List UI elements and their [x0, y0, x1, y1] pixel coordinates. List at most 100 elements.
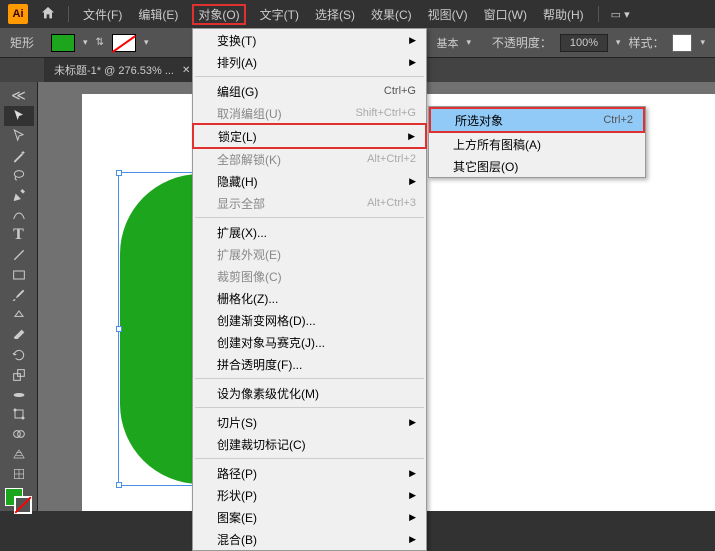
- menu-item-label: 创建渐变网格(D)...: [217, 312, 416, 329]
- menu-type[interactable]: 文字(T): [258, 4, 301, 25]
- rectangle-tool[interactable]: [4, 265, 34, 285]
- style-swatch[interactable]: [672, 34, 692, 52]
- menu-item-label: 创建对象马赛克(J)...: [217, 334, 416, 351]
- stroke-color-swatch[interactable]: [112, 34, 136, 52]
- lasso-tool[interactable]: [4, 166, 34, 186]
- menu-item[interactable]: 图案(E)▶: [193, 506, 426, 528]
- menu-item[interactable]: 路径(P)▶: [193, 462, 426, 484]
- menu-edit[interactable]: 编辑(E): [136, 4, 180, 25]
- fill-color-swatch[interactable]: [51, 34, 75, 52]
- menu-window[interactable]: 窗口(W): [482, 4, 529, 25]
- menu-item-label: 变换(T): [217, 32, 403, 49]
- menu-view[interactable]: 视图(V): [426, 4, 470, 25]
- submenu-item[interactable]: 其它图层(O): [429, 155, 645, 177]
- menu-item[interactable]: 排列(A)▶: [193, 51, 426, 73]
- menu-item: 裁剪图像(C): [193, 265, 426, 287]
- menu-item-label: 拼合透明度(F)...: [217, 356, 416, 373]
- home-icon[interactable]: [40, 5, 56, 24]
- menu-item[interactable]: 隐藏(H)▶: [193, 170, 426, 192]
- submenu-shortcut: Ctrl+2: [603, 114, 633, 126]
- menu-item[interactable]: 锁定(L)▶: [194, 125, 425, 147]
- menu-item[interactable]: 混合(B)▶: [193, 528, 426, 550]
- workspace-switcher-icon[interactable]: ▭ ▾: [611, 8, 630, 21]
- submenu-item-label: 其它图层(O): [453, 158, 635, 175]
- stroke-color-indicator[interactable]: [14, 496, 32, 514]
- menu-item[interactable]: 创建裁切标记(C): [193, 433, 426, 455]
- menu-separator: [195, 76, 424, 77]
- direct-selection-tool[interactable]: [4, 126, 34, 146]
- line-tool[interactable]: [4, 245, 34, 265]
- free-transform-tool[interactable]: [4, 405, 34, 425]
- menu-shortcut: Shift+Ctrl+G: [355, 107, 416, 119]
- perspective-grid-tool[interactable]: [4, 444, 34, 464]
- menu-item-label: 路径(P): [217, 465, 403, 482]
- menu-item[interactable]: 设为像素级优化(M): [193, 382, 426, 404]
- type-tool[interactable]: T: [4, 225, 34, 245]
- color-picker-tool[interactable]: [0, 486, 37, 511]
- menu-item[interactable]: 变换(T)▶: [193, 29, 426, 51]
- object-menu-dropdown: 变换(T)▶排列(A)▶编组(G)Ctrl+G取消编组(U)Shift+Ctrl…: [192, 28, 427, 551]
- opacity-dropdown-icon[interactable]: ▾: [616, 37, 621, 48]
- menu-item-label: 栅格化(Z)...: [217, 290, 416, 307]
- menu-shortcut: Alt+Ctrl+3: [367, 197, 416, 209]
- pen-tool[interactable]: [4, 186, 34, 206]
- menu-item[interactable]: 创建对象马赛克(J)...: [193, 331, 426, 353]
- highlighted-menu-item: 锁定(L)▶: [192, 123, 427, 149]
- selection-handle[interactable]: [116, 326, 122, 332]
- opacity-input[interactable]: [560, 34, 608, 52]
- magic-wand-tool[interactable]: [4, 146, 34, 166]
- mesh-tool[interactable]: [4, 464, 34, 484]
- menu-file[interactable]: 文件(F): [81, 4, 124, 25]
- menu-item-label: 隐藏(H): [217, 173, 403, 190]
- highlighted-submenu-item: 所选对象Ctrl+2: [429, 107, 645, 133]
- menu-effect[interactable]: 效果(C): [369, 4, 414, 25]
- fill-dropdown-icon[interactable]: ▾: [83, 37, 88, 48]
- submenu-item-label: 上方所有图稿(A): [453, 136, 635, 153]
- menu-item-label: 扩展外观(E): [217, 246, 416, 263]
- scale-tool[interactable]: [4, 365, 34, 385]
- submenu-item[interactable]: 所选对象Ctrl+2: [431, 109, 643, 131]
- menu-item-label: 排列(A): [217, 54, 403, 71]
- menu-select[interactable]: 选择(S): [313, 4, 357, 25]
- menu-item-label: 扩展(X)...: [217, 224, 416, 241]
- selection-handle[interactable]: [116, 482, 122, 488]
- submenu-item[interactable]: 上方所有图稿(A): [429, 133, 645, 155]
- menu-item[interactable]: 栅格化(Z)...: [193, 287, 426, 309]
- selection-tool[interactable]: [4, 106, 34, 126]
- ai-logo: Ai: [8, 4, 28, 24]
- shaper-tool[interactable]: [4, 305, 34, 325]
- menu-separator: [195, 407, 424, 408]
- menu-item: 取消编组(U)Shift+Ctrl+G: [193, 102, 426, 124]
- menu-help[interactable]: 帮助(H): [541, 4, 586, 25]
- menu-separator: [195, 217, 424, 218]
- rotate-tool[interactable]: [4, 345, 34, 365]
- basic-dropdown-icon[interactable]: ▾: [466, 37, 471, 48]
- selection-handle[interactable]: [116, 170, 122, 176]
- paintbrush-tool[interactable]: [4, 285, 34, 305]
- menu-item: 显示全部Alt+Ctrl+3: [193, 192, 426, 214]
- stroke-dropdown-icon[interactable]: ▾: [144, 37, 149, 48]
- shape-builder-tool[interactable]: [4, 424, 34, 444]
- width-tool[interactable]: [4, 385, 34, 405]
- menu-item-label: 切片(S): [217, 414, 403, 431]
- menu-item[interactable]: 创建渐变网格(D)...: [193, 309, 426, 331]
- swap-colors-icon[interactable]: ⇅: [96, 37, 104, 48]
- menu-object[interactable]: 对象(O): [192, 4, 245, 25]
- menu-item[interactable]: 编组(G)Ctrl+G: [193, 80, 426, 102]
- submenu-arrow-icon: ▶: [409, 490, 416, 501]
- menu-item-label: 设为像素级优化(M): [217, 385, 416, 402]
- menu-separator: [195, 378, 424, 379]
- menu-item[interactable]: 扩展(X)...: [193, 221, 426, 243]
- collapse-icon[interactable]: ≪: [4, 86, 34, 106]
- lock-submenu: 所选对象Ctrl+2 上方所有图稿(A) 其它图层(O): [428, 106, 646, 178]
- menu-item[interactable]: 拼合透明度(F)...: [193, 353, 426, 375]
- menu-item[interactable]: 切片(S)▶: [193, 411, 426, 433]
- curvature-tool[interactable]: [4, 205, 34, 225]
- style-dropdown-icon[interactable]: ▾: [700, 37, 705, 48]
- menu-item-label: 编组(G): [217, 83, 384, 100]
- document-tab[interactable]: 未标题-1* @ 276.53% ... ✕: [44, 58, 200, 82]
- eraser-tool[interactable]: [4, 325, 34, 345]
- close-tab-icon[interactable]: ✕: [182, 65, 190, 76]
- menu-divider: [68, 6, 69, 22]
- menu-item[interactable]: 形状(P)▶: [193, 484, 426, 506]
